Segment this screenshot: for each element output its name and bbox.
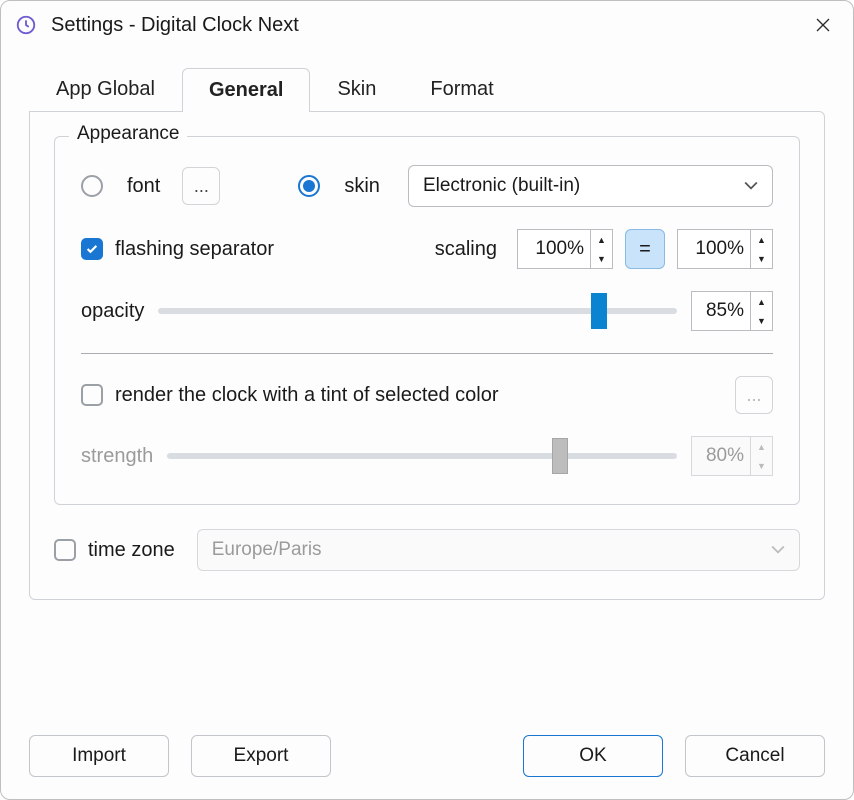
timezone-checkbox[interactable] [54,539,76,561]
opacity-value: 85% [692,292,750,330]
tabstrip: App Global General Skin Format [29,67,825,111]
font-radio-label: font [127,175,160,198]
scaling-h-spin[interactable]: 100% ▲ ▼ [517,229,613,269]
appearance-group: Appearance font ... skin Electronic (bui… [54,136,800,505]
titlebar: Settings - Digital Clock Next [1,1,853,49]
clock-icon [15,14,37,36]
skin-select-value: Electronic (built-in) [423,175,580,197]
skin-radio-label: skin [344,175,380,198]
export-button[interactable]: Export [191,735,331,777]
appearance-group-label: Appearance [69,123,187,145]
tint-color-label: render the clock with a tint of selected… [115,384,499,407]
strength-label: strength [81,445,153,468]
timezone-select: Europe/Paris [197,529,800,571]
chevron-down-icon [744,175,758,197]
client-area: App Global General Skin Format Appearanc… [1,49,853,799]
strength-slider-thumb [552,438,568,474]
timezone-select-value: Europe/Paris [212,539,322,561]
opacity-spin[interactable]: 85% ▲ ▼ [691,291,773,331]
tab-app-global[interactable]: App Global [29,67,182,111]
font-radio[interactable] [81,175,103,197]
font-select-button[interactable]: ... [182,167,220,205]
strength-up: ▲ [751,437,772,456]
import-button[interactable]: Import [29,735,169,777]
skin-select[interactable]: Electronic (built-in) [408,165,773,207]
tab-format[interactable]: Format [403,67,520,111]
opacity-slider-thumb[interactable] [591,293,607,329]
timezone-label: time zone [88,539,175,562]
opacity-down[interactable]: ▼ [751,311,772,330]
settings-window: Settings - Digital Clock Next App Global… [0,0,854,800]
strength-value: 80% [692,437,750,475]
scaling-v-down[interactable]: ▼ [751,249,772,268]
strength-slider [167,453,677,459]
strength-spin: 80% ▲ ▼ [691,436,773,476]
window-title: Settings - Digital Clock Next [51,14,803,37]
flashing-separator-checkbox[interactable] [81,238,103,260]
tint-color-pick-button[interactable]: ... [735,376,773,414]
scaling-h-value: 100% [518,230,590,268]
opacity-slider[interactable] [158,308,677,314]
chevron-down-icon [771,539,785,561]
tab-skin[interactable]: Skin [310,67,403,111]
strength-down: ▼ [751,456,772,475]
general-pane: Appearance font ... skin Electronic (bui… [29,111,825,600]
flashing-separator-label: flashing separator [115,238,274,261]
tab-general[interactable]: General [182,68,310,112]
skin-radio[interactable] [298,175,320,197]
ok-button[interactable]: OK [523,735,663,777]
scaling-link-button[interactable]: = [625,229,665,269]
scaling-label: scaling [435,238,497,261]
scaling-h-down[interactable]: ▼ [591,249,612,268]
divider [81,353,773,354]
cancel-button[interactable]: Cancel [685,735,825,777]
footer: Import Export OK Cancel [29,721,825,777]
scaling-v-spin[interactable]: 100% ▲ ▼ [677,229,773,269]
scaling-v-up[interactable]: ▲ [751,230,772,249]
scaling-h-up[interactable]: ▲ [591,230,612,249]
opacity-label: opacity [81,300,144,323]
opacity-up[interactable]: ▲ [751,292,772,311]
tint-color-checkbox[interactable] [81,384,103,406]
scaling-v-value: 100% [678,230,750,268]
close-button[interactable] [803,5,843,45]
